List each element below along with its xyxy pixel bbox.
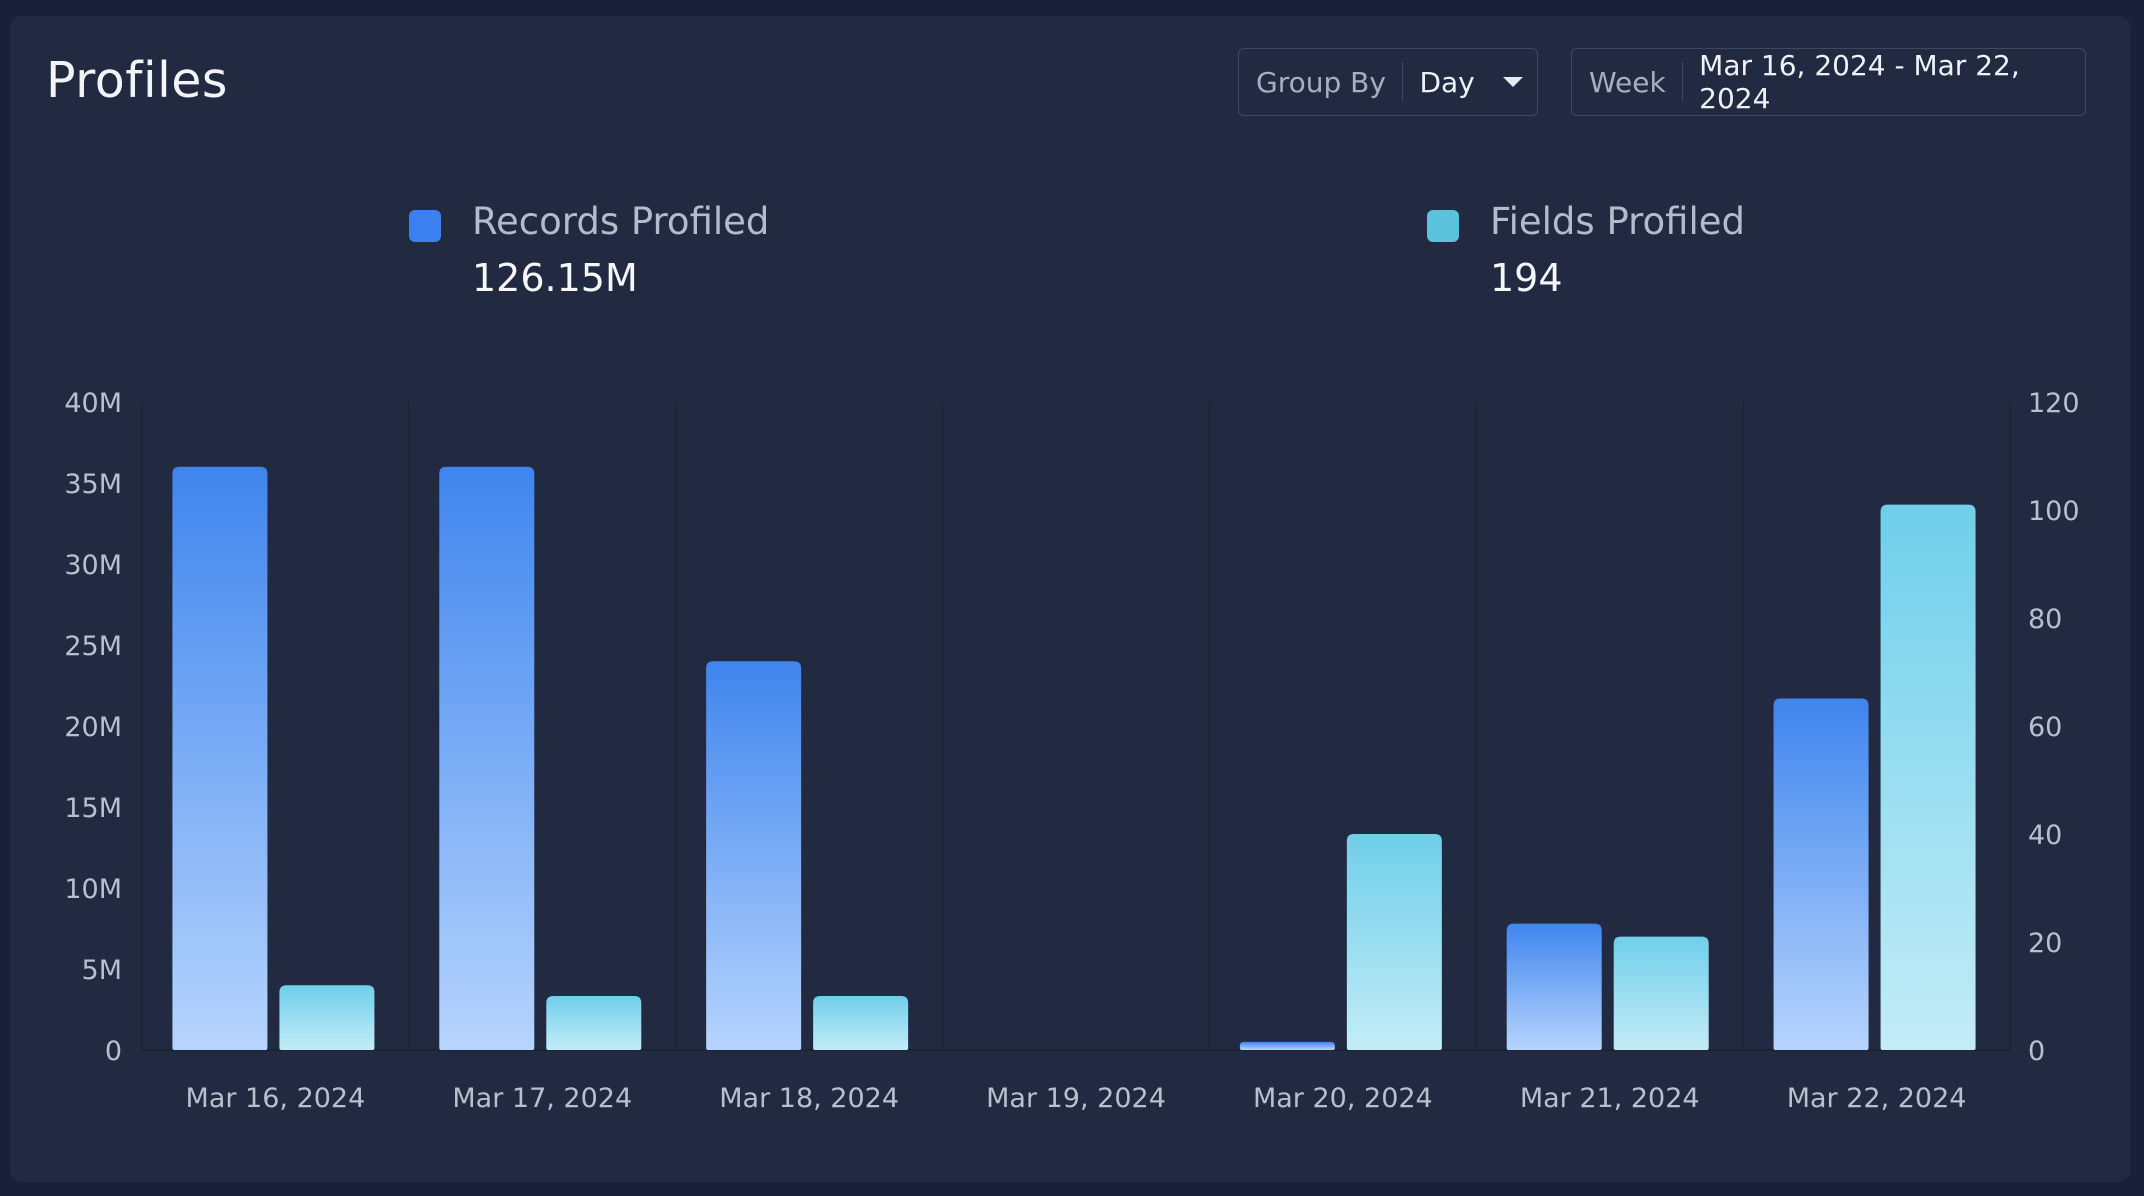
x-axis-tick-label: Mar 16, 2024 <box>186 1083 366 1114</box>
chart-bars <box>172 466 1976 1051</box>
right-axis-tick-label: 120 <box>2028 388 2080 419</box>
left-axis-tick-label: 25M <box>64 631 122 662</box>
bar-fields-profiled[interactable] <box>546 996 642 1050</box>
x-axis-tick-label: Mar 18, 2024 <box>719 1083 899 1114</box>
bar-fields-profiled[interactable] <box>1346 834 1442 1050</box>
x-axis: Mar 16, 2024 Mar 17, 2024 Mar 18, 2024 Mar … <box>186 1083 1967 1114</box>
bar-records-profiled[interactable] <box>706 661 802 1050</box>
chart-grid <box>141 402 2011 1051</box>
bar-fields-profiled[interactable] <box>279 985 375 1050</box>
right-axis-tick-label: 20 <box>2028 928 2062 959</box>
left-axis-tick-label: 20M <box>64 712 122 743</box>
bar-records-profiled[interactable] <box>1506 923 1602 1050</box>
bar-fields-profiled[interactable] <box>813 996 909 1050</box>
left-axis-tick-label: 5M <box>82 955 122 986</box>
bar-records-profiled[interactable] <box>1773 698 1869 1050</box>
bar-fields-profiled[interactable] <box>1613 936 1709 1050</box>
right-axis-tick-label: 0 <box>2028 1036 2045 1067</box>
left-axis-tick-label: 0 <box>105 1036 122 1067</box>
left-axis-tick-label: 35M <box>64 469 122 500</box>
bar-records-profiled[interactable] <box>172 466 268 1050</box>
left-axis-tick-label: 40M <box>64 388 122 419</box>
x-axis-tick-label: Mar 17, 2024 <box>452 1083 632 1114</box>
x-axis-tick-label: Mar 22, 2024 <box>1787 1083 1967 1114</box>
bar-fields-profiled[interactable] <box>1880 504 1976 1051</box>
bar-chart: 0 5M 10M 15M 20M 25M 30M 35M 40M 0 20 40 60 80 100 120… <box>64 388 2080 1114</box>
bar-records-profiled[interactable] <box>439 466 535 1050</box>
right-axis-tick-label: 40 <box>2028 820 2062 851</box>
x-axis-tick-label: Mar 21, 2024 <box>1520 1083 1700 1114</box>
bar-records-profiled[interactable] <box>1239 1041 1335 1050</box>
left-axis-tick-label: 15M <box>64 793 122 824</box>
right-axis-tick-label: 60 <box>2028 712 2062 743</box>
left-axis-tick-label: 10M <box>64 874 122 905</box>
x-axis-tick-label: Mar 19, 2024 <box>986 1083 1166 1114</box>
right-axis-tick-label: 100 <box>2028 496 2080 527</box>
left-axis-tick-label: 30M <box>64 550 122 581</box>
right-axis: 0 20 40 60 80 100 120 <box>2028 388 2080 1067</box>
left-axis: 0 5M 10M 15M 20M 25M 30M 35M 40M <box>64 388 122 1067</box>
right-axis-tick-label: 80 <box>2028 604 2062 635</box>
x-axis-tick-label: Mar 20, 2024 <box>1253 1083 1433 1114</box>
